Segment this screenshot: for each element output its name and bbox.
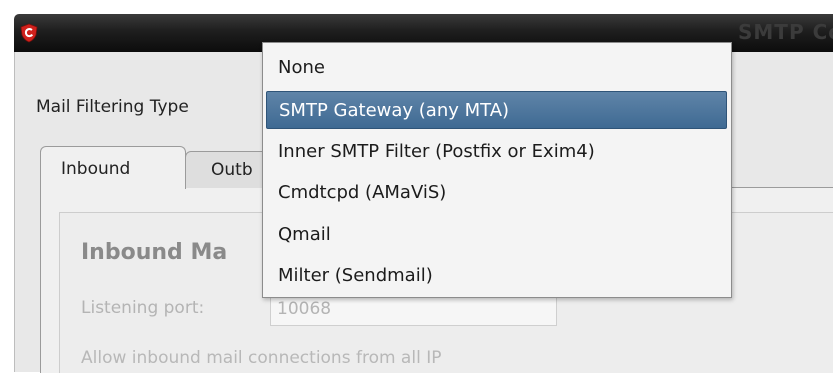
- option-milter[interactable]: Milter (Sendmail): [266, 257, 727, 295]
- option-smtp-gateway[interactable]: SMTP Gateway (any MTA): [266, 91, 727, 129]
- option-none[interactable]: None: [266, 49, 727, 87]
- option-cmdtcpd[interactable]: Cmdtcpd (AMaViS): [266, 174, 727, 212]
- option-qmail[interactable]: Qmail: [266, 216, 727, 254]
- mail-filtering-type-dropdown[interactable]: None SMTP Gateway (any MTA) Inner SMTP F…: [262, 42, 732, 298]
- option-inner-smtp-filter[interactable]: Inner SMTP Filter (Postfix or Exim4): [266, 133, 727, 171]
- inbound-section-heading: Inbound Ma: [81, 240, 228, 265]
- tab-inbound-label: Inbound: [61, 159, 131, 179]
- comodo-shield-icon: [20, 23, 38, 43]
- tab-inbound[interactable]: Inbound: [40, 146, 186, 189]
- tab-outbound-label: Outb: [211, 160, 253, 180]
- window-title: SMTP Co: [738, 20, 833, 44]
- mail-filtering-type-label: Mail Filtering Type: [36, 97, 189, 117]
- allow-inbound-connections-label: Allow inbound mail connections from all …: [81, 348, 442, 368]
- listening-port-label: Listening port:: [81, 298, 205, 318]
